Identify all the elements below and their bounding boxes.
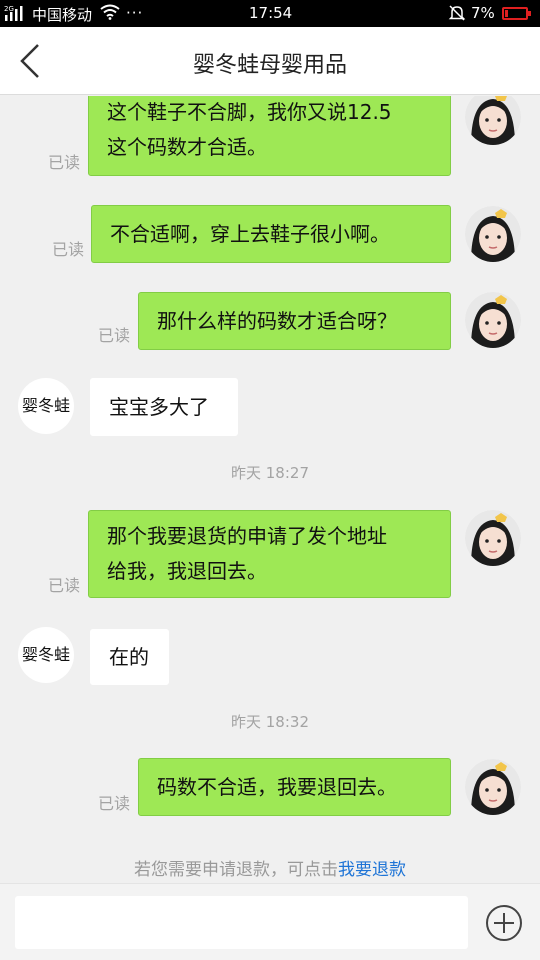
message-bubble[interactable]: 宝宝多大了 — [90, 378, 238, 436]
read-receipt: 已读 — [48, 153, 81, 172]
refund-link[interactable]: 我要退款 — [338, 860, 406, 880]
message-line: 那个我要退货的申请了发个地址 — [107, 524, 387, 548]
battery-percent: 7% — [471, 4, 495, 22]
signal-icon: 2G — [4, 3, 30, 27]
message-bubble[interactable]: 那什么样的码数才适合呀？ — [138, 292, 451, 350]
shop-avatar[interactable]: 婴冬蛙 — [18, 378, 74, 434]
message-bubble[interactable]: 不合适啊，穿上去鞋子很小啊。 — [91, 205, 451, 263]
user-avatar[interactable] — [465, 292, 521, 348]
wifi-icon — [100, 4, 120, 24]
message-line: 给我，我退回去。 — [107, 559, 267, 583]
user-avatar[interactable] — [465, 96, 521, 145]
refund-hint: 若您需要申请退款，可点击我要退款 — [0, 855, 540, 880]
message-bubble[interactable]: 这个鞋子不合脚，我你又说12.5 这个码数才合适。 — [88, 96, 451, 176]
read-receipt: 已读 — [98, 794, 131, 813]
message-bubble[interactable]: 码数不合适，我要退回去。 — [138, 758, 451, 816]
message-line: 这个鞋子不合脚，我你又说12.5 — [107, 100, 392, 124]
timestamp: 昨天 18:27 — [231, 464, 309, 482]
refund-hint-text: 若您需要申请退款，可点击 — [134, 860, 338, 880]
user-avatar-icon — [465, 759, 521, 815]
shop-avatar[interactable]: 婴冬蛙 — [18, 627, 74, 683]
user-avatar-icon — [465, 206, 521, 262]
timestamp: 昨天 18:32 — [231, 713, 309, 731]
bell-muted-icon — [448, 4, 466, 26]
chat-messages[interactable]: 这个鞋子不合脚，我你又说12.5 这个码数才合适。 已读 不合适啊，穿上去鞋子很… — [0, 96, 540, 883]
more-status-dots: ··· — [126, 4, 144, 22]
read-receipt: 已读 — [98, 326, 131, 345]
user-avatar[interactable] — [465, 759, 521, 815]
user-avatar[interactable] — [465, 510, 521, 566]
user-avatar[interactable] — [465, 206, 521, 262]
user-avatar-icon — [465, 96, 521, 145]
input-bar — [0, 883, 540, 960]
read-receipt: 已读 — [48, 576, 81, 595]
message-bubble[interactable]: 那个我要退货的申请了发个地址 给我，我退回去。 — [88, 510, 451, 598]
plus-circle-icon — [486, 905, 522, 941]
page-title: 婴冬蛙母婴用品 — [192, 53, 347, 78]
chat-header: 婴冬蛙母婴用品 — [0, 27, 540, 95]
status-bar: 2G 中国移动 ··· 17:54 7% — [0, 0, 540, 27]
svg-text:2G: 2G — [4, 5, 14, 13]
message-line: 这个码数才合适。 — [107, 135, 267, 159]
clock: 17:54 — [249, 4, 293, 22]
user-avatar-icon — [465, 510, 521, 566]
message-bubble[interactable]: 在的 — [90, 629, 169, 685]
battery-icon — [502, 7, 531, 20]
more-actions-button[interactable] — [485, 904, 523, 942]
user-avatar-icon — [465, 292, 521, 348]
read-receipt: 已读 — [52, 240, 85, 259]
message-input[interactable] — [15, 896, 468, 949]
carrier-name: 中国移动 — [32, 6, 93, 24]
